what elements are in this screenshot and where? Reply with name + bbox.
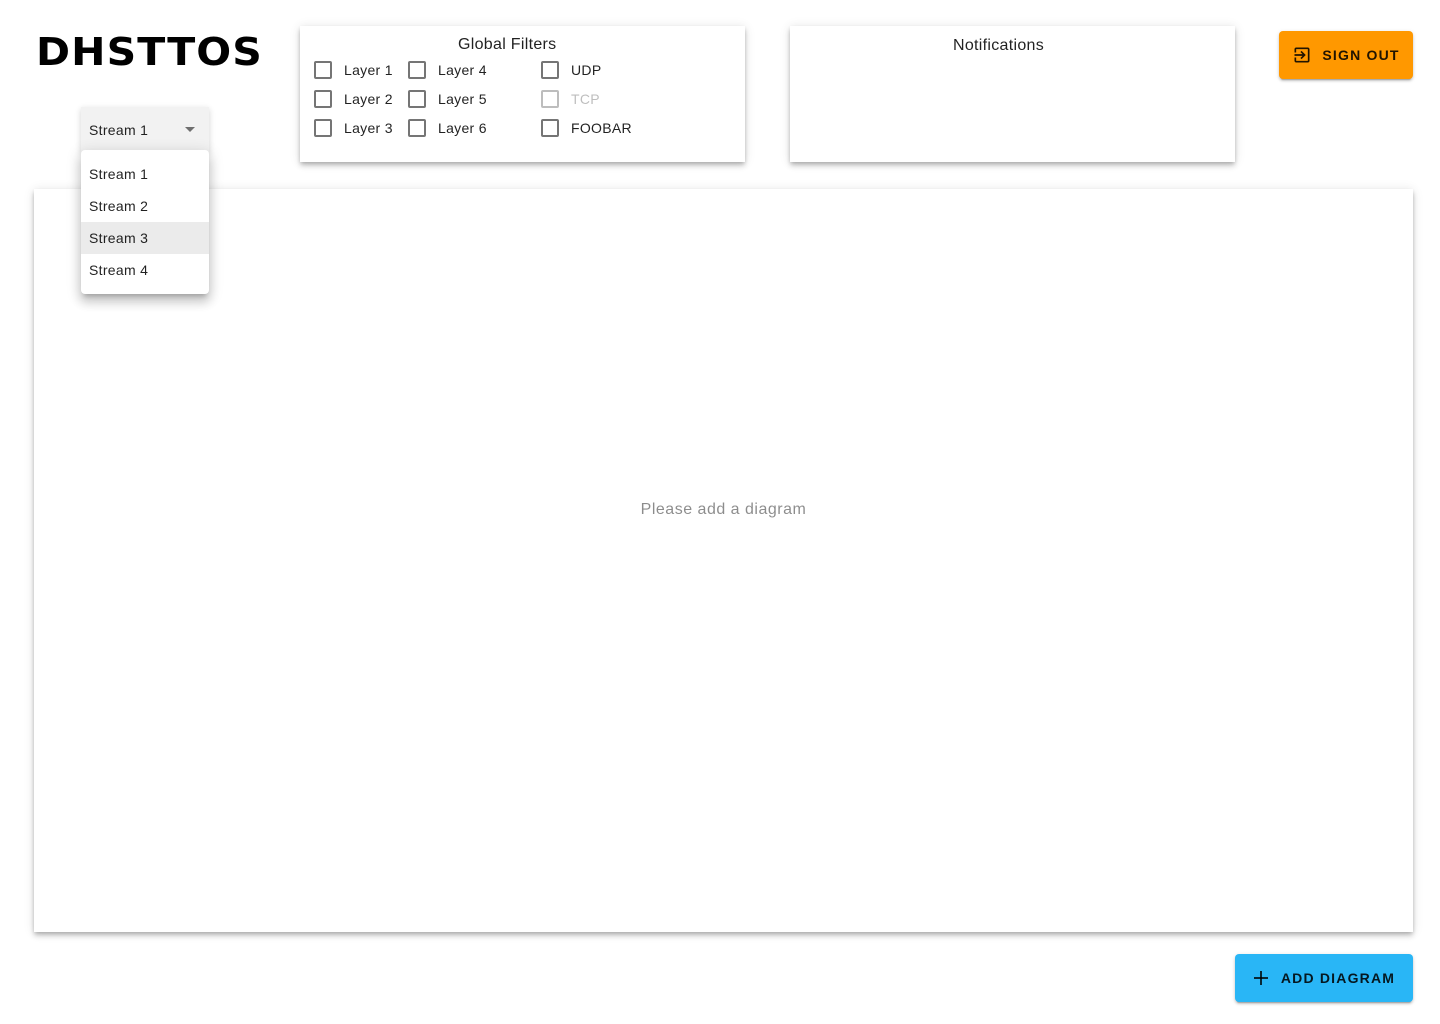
exit-icon bbox=[1294, 47, 1310, 63]
filter-foobar[interactable]: FOOBAR bbox=[541, 116, 632, 140]
filter-udp[interactable]: UDP bbox=[541, 58, 601, 82]
stream-select-menu: Stream 1 Stream 2 Stream 3 Stream 4 bbox=[81, 150, 209, 294]
stream-option-4[interactable]: Stream 4 bbox=[81, 254, 209, 286]
filter-label: Layer 2 bbox=[344, 91, 393, 107]
filter-layer-3[interactable]: Layer 3 bbox=[314, 116, 393, 140]
filter-label: TCP bbox=[571, 91, 600, 107]
checkbox-icon[interactable] bbox=[541, 61, 559, 79]
stream-option-2[interactable]: Stream 2 bbox=[81, 190, 209, 222]
stream-option-1[interactable]: Stream 1 bbox=[81, 158, 209, 190]
caret-down-icon bbox=[185, 127, 195, 132]
checkbox-icon[interactable] bbox=[408, 119, 426, 137]
add-diagram-label: ADD DIAGRAM bbox=[1280, 970, 1396, 986]
empty-diagram-message: Please add a diagram bbox=[640, 501, 807, 518]
filter-label: UDP bbox=[571, 62, 602, 78]
checkbox-icon bbox=[541, 90, 559, 108]
global-filters-panel: Global Filters Layer 1 Layer 2 Layer 3 L… bbox=[300, 26, 745, 162]
global-filters-title: Global Filters bbox=[458, 36, 557, 53]
checkbox-icon[interactable] bbox=[541, 119, 559, 137]
filter-layer-4[interactable]: Layer 4 bbox=[408, 58, 487, 82]
notifications-title: Notifications bbox=[953, 37, 1045, 54]
notifications-panel: Notifications bbox=[790, 26, 1235, 162]
stream-select-value: Stream 1 bbox=[89, 122, 149, 138]
filter-label: Layer 3 bbox=[344, 120, 393, 136]
filter-layer-2[interactable]: Layer 2 bbox=[314, 87, 393, 111]
filter-tcp: TCP bbox=[541, 87, 600, 111]
checkbox-icon[interactable] bbox=[314, 61, 332, 79]
filter-label: Layer 1 bbox=[344, 62, 393, 78]
diagram-area: Please add a diagram bbox=[34, 189, 1413, 932]
app-page: DHSTTOS Global Filters Layer 1 Layer 2 L… bbox=[0, 0, 1440, 1024]
checkbox-icon[interactable] bbox=[314, 119, 332, 137]
filter-layer-5[interactable]: Layer 5 bbox=[408, 87, 487, 111]
checkbox-icon[interactable] bbox=[408, 90, 426, 108]
sign-out-button[interactable]: SIGN OUT bbox=[1279, 31, 1413, 79]
sign-out-label: SIGN OUT bbox=[1322, 47, 1400, 63]
checkbox-icon[interactable] bbox=[314, 90, 332, 108]
checkbox-icon[interactable] bbox=[408, 61, 426, 79]
stream-option-3[interactable]: Stream 3 bbox=[81, 222, 209, 254]
stream-select[interactable]: Stream 1 bbox=[81, 107, 209, 153]
plus-icon bbox=[1253, 971, 1268, 985]
add-diagram-button[interactable]: ADD DIAGRAM bbox=[1235, 954, 1413, 1002]
filter-layer-1[interactable]: Layer 1 bbox=[314, 58, 393, 82]
filter-label: FOOBAR bbox=[571, 120, 632, 136]
filter-label: Layer 4 bbox=[438, 62, 487, 78]
app-logo: DHSTTOS bbox=[36, 30, 263, 74]
filter-layer-6[interactable]: Layer 6 bbox=[408, 116, 487, 140]
filter-label: Layer 6 bbox=[438, 120, 487, 136]
filter-label: Layer 5 bbox=[438, 91, 487, 107]
